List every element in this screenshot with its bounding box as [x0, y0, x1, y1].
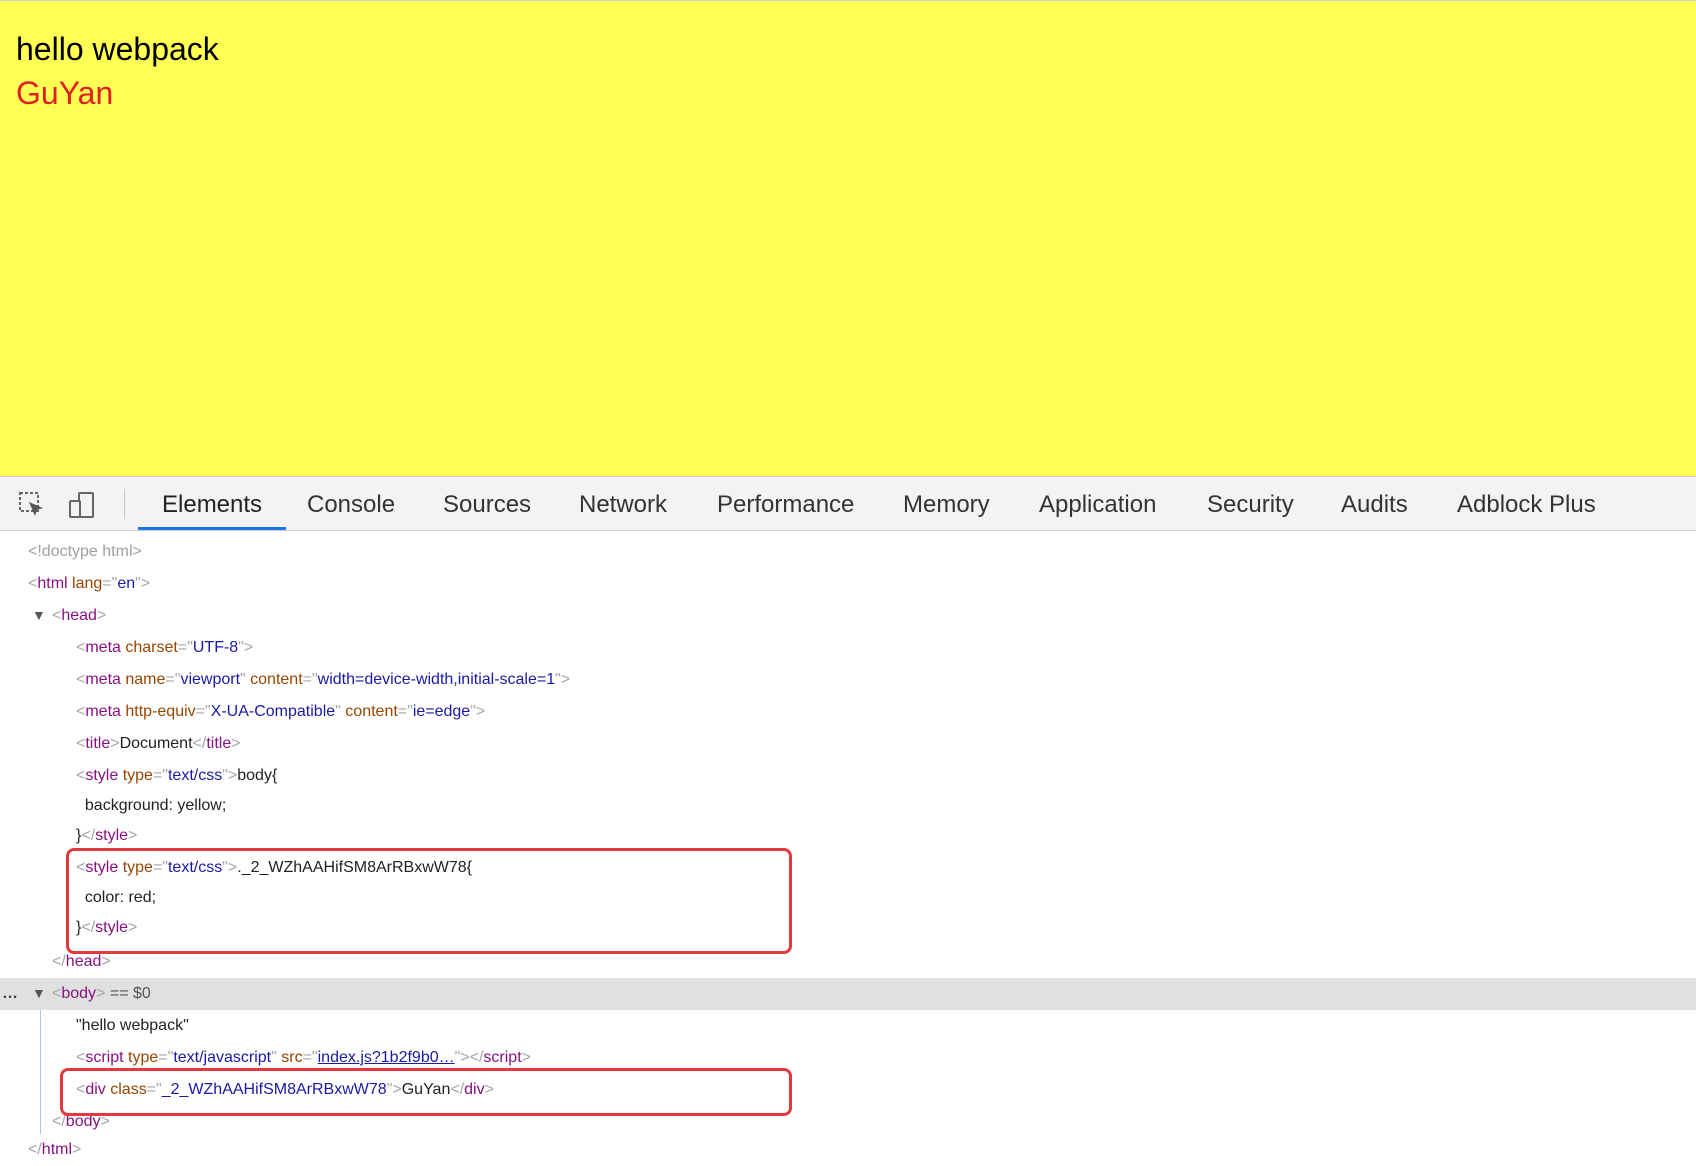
inspect-element-icon[interactable] — [18, 491, 46, 519]
tab-memory[interactable]: Memory — [903, 477, 990, 530]
style-body-line[interactable]: <style type="text/css">body{ — [76, 760, 277, 792]
meta-viewport-line[interactable]: <meta name="viewport" content="width=dev… — [76, 664, 570, 696]
tab-elements[interactable]: Elements — [138, 477, 287, 530]
title-line[interactable]: <title>Document</title> — [76, 728, 241, 760]
tab-sources[interactable]: Sources — [443, 477, 531, 530]
devtools-toolbar: Elements Console Sources Network Perform… — [0, 476, 1696, 531]
html-open-line[interactable]: <html lang="en"> — [28, 568, 150, 600]
tab-application[interactable]: Application — [1039, 477, 1156, 530]
hello-text: hello webpack — [16, 31, 219, 67]
guyan-text: GuYan — [16, 75, 114, 111]
toolbar-divider — [124, 489, 125, 519]
more-actions-icon[interactable]: … — [2, 978, 18, 1010]
tab-performance[interactable]: Performance — [717, 477, 854, 530]
tab-network[interactable]: Network — [579, 477, 667, 530]
page-viewport: hello webpack GuYan — [0, 0, 1696, 476]
tab-audits[interactable]: Audits — [1341, 477, 1408, 530]
expand-caret-icon[interactable]: ▼ — [32, 607, 46, 623]
meta-http-equiv-line[interactable]: <meta http-equiv="X-UA-Compatible" conte… — [76, 696, 485, 728]
head-open-line[interactable]: <head> — [52, 600, 106, 632]
meta-charset-line[interactable]: <meta charset="UTF-8"> — [76, 632, 253, 664]
tab-security[interactable]: Security — [1207, 477, 1294, 530]
highlight-div-line — [60, 1068, 792, 1116]
device-toolbar-icon[interactable] — [68, 491, 96, 519]
body-text-node[interactable]: "hello webpack" — [76, 1010, 189, 1042]
html-close-line[interactable]: </html> — [28, 1134, 81, 1166]
highlight-style-block — [66, 848, 792, 954]
tab-adblock-plus[interactable]: Adblock Plus — [1457, 477, 1596, 530]
body-open-line[interactable]: <body> == $0 — [52, 978, 151, 1010]
tab-console[interactable]: Console — [307, 477, 395, 530]
expand-caret-icon[interactable]: ▼ — [32, 985, 46, 1001]
script-src-link[interactable]: index.js?1b2f9b0… — [318, 1049, 455, 1066]
doctype-line[interactable]: <!doctype html> — [28, 536, 142, 568]
style-body-rule-line[interactable]: background: yellow; — [76, 790, 226, 822]
